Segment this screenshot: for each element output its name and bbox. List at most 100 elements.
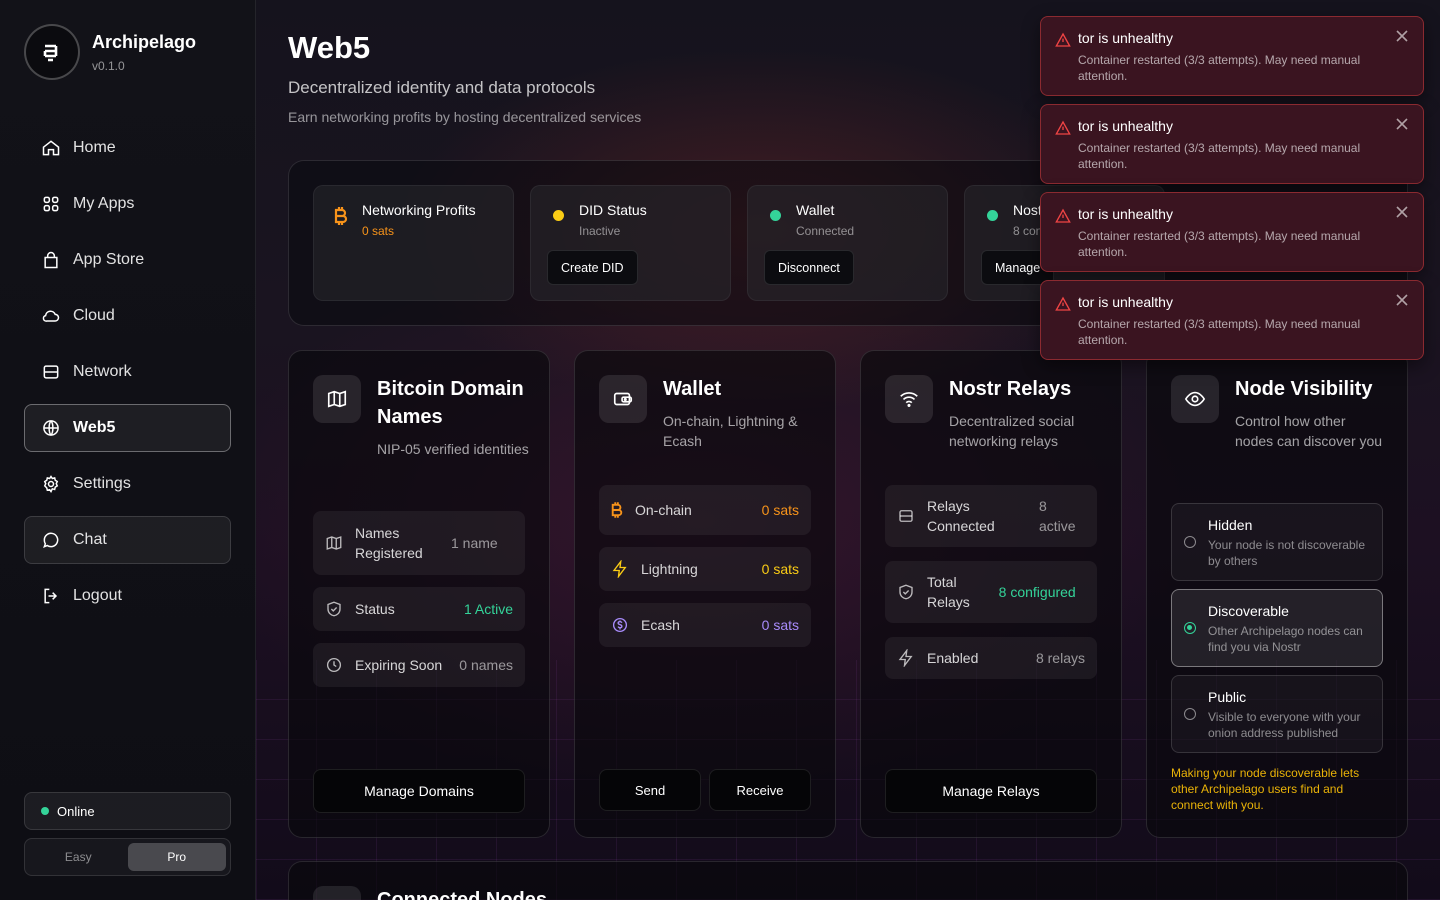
names-registered-row: Names Registered 1 name <box>313 511 525 575</box>
lightning-row: Lightning 0 sats <box>599 547 811 591</box>
stat-networking-profits: Networking Profits 0 sats <box>313 185 514 301</box>
bitcoin-icon <box>334 207 348 225</box>
option-description: Other Archipelago nodes can find you via… <box>1208 624 1363 654</box>
globe-icon <box>43 420 59 436</box>
mode-toggle: Easy Pro <box>24 838 231 876</box>
row-value: 0 sats <box>761 502 799 518</box>
nodes-icon <box>313 886 361 900</box>
manage-relays-button[interactable]: Manage Relays <box>885 769 1097 813</box>
visibility-option-public[interactable]: Public Visible to everyone with your oni… <box>1171 675 1383 753</box>
row-value: 0 sats <box>761 561 799 577</box>
toast-title: tor is unhealthy <box>1078 294 1173 310</box>
nav-item-settings[interactable]: Settings <box>24 460 231 508</box>
option-title: Public <box>1208 689 1247 705</box>
send-button[interactable]: Send <box>599 769 701 811</box>
mode-easy-button[interactable]: Easy <box>29 843 128 871</box>
close-icon[interactable] <box>1395 205 1409 219</box>
toast-notification: tor is unhealthy Container restarted (3/… <box>1040 280 1424 360</box>
row-label: On-chain <box>635 502 692 518</box>
card-title: Wallet <box>663 378 722 400</box>
card-title: Bitcoin Domain Names <box>377 378 524 428</box>
radio-hidden[interactable] <box>1184 536 1196 548</box>
nostr-relays-card: Nostr Relays Decentralized social networ… <box>860 350 1122 838</box>
onchain-row: On-chain 0 sats <box>599 485 811 535</box>
receive-button[interactable]: Receive <box>709 769 811 811</box>
row-value: 8 configured <box>998 584 1076 600</box>
disconnect-wallet-button[interactable]: Disconnect <box>764 250 854 285</box>
toast-title: tor is unhealthy <box>1078 118 1173 134</box>
home-icon <box>42 140 60 156</box>
close-icon[interactable] <box>1395 117 1409 131</box>
nav-label: My Apps <box>73 195 135 212</box>
close-icon[interactable] <box>1395 29 1409 43</box>
row-value: 0 sats <box>761 617 799 633</box>
nav-item-app-store[interactable]: App Store <box>24 236 231 284</box>
toast-message: Container restarted (3/3 attempts). May … <box>1078 317 1361 347</box>
bag-icon <box>44 251 58 269</box>
visibility-option-discoverable[interactable]: Discoverable Other Archipelago nodes can… <box>1171 589 1383 667</box>
gear-icon <box>43 475 59 493</box>
nav-label: Home <box>73 139 116 156</box>
online-status: Online <box>24 792 231 830</box>
app-name: Archipelago <box>92 31 197 52</box>
total-relays-row: Total Relays 8 configured <box>885 561 1097 623</box>
status-dot <box>41 807 49 815</box>
visibility-option-hidden[interactable]: Hidden Your node is not discoverable by … <box>1171 503 1383 581</box>
stat-title: Wallet <box>796 202 835 218</box>
server-icon <box>43 365 59 379</box>
grid-icon <box>43 196 59 212</box>
clock-icon <box>326 657 342 673</box>
shield-check-icon <box>899 584 913 600</box>
row-value: 8 active <box>1039 498 1076 534</box>
option-description: Your node is not discoverable by others <box>1208 538 1365 568</box>
stat-value: 0 sats <box>362 224 395 238</box>
status-label: Online <box>57 803 95 819</box>
nav-item-logout[interactable]: Logout <box>24 572 231 620</box>
warning-icon <box>1055 296 1071 311</box>
manage-domains-button[interactable]: Manage Domains <box>313 769 525 813</box>
main-nav: Home My Apps App Store Cloud Network Web… <box>24 124 231 628</box>
page-tagline: Earn networking profits by hosting decen… <box>288 109 642 125</box>
relays-connected-row: Relays Connected 8 active <box>885 485 1097 547</box>
ecash-row: Ecash 0 sats <box>599 603 811 647</box>
toast-message: Container restarted (3/3 attempts). May … <box>1078 141 1361 171</box>
row-label: Ecash <box>641 617 680 633</box>
shield-check-icon <box>327 601 341 617</box>
mode-pro-button[interactable]: Pro <box>127 843 226 871</box>
toast-title: tor is unhealthy <box>1078 30 1173 46</box>
nav-label: Cloud <box>73 307 115 324</box>
chat-icon <box>43 532 59 548</box>
card-description: Decentralized social networking relays <box>949 413 1075 449</box>
nav-item-my-apps[interactable]: My Apps <box>24 180 231 228</box>
nav-item-home[interactable]: Home <box>24 124 231 172</box>
row-value: 8 relays <box>1035 650 1085 666</box>
visibility-note: Making your node discoverable lets other… <box>1171 766 1360 812</box>
app-logo[interactable] <box>24 24 80 80</box>
radio-public[interactable] <box>1184 708 1196 720</box>
nav-item-cloud[interactable]: Cloud <box>24 292 231 340</box>
toast-notification: tor is unhealthy Container restarted (3/… <box>1040 16 1424 96</box>
ecash-coin-icon <box>612 617 628 633</box>
nav-item-web5[interactable]: Web5 <box>24 404 231 452</box>
page-subtitle: Decentralized identity and data protocol… <box>288 78 596 97</box>
bitcoin-icon <box>611 502 623 518</box>
option-title: Hidden <box>1208 517 1253 533</box>
row-label: Lightning <box>641 561 698 577</box>
radio-discoverable[interactable] <box>1184 622 1196 634</box>
wallet-status-dot <box>769 210 781 221</box>
card-description: Control how other nodes can discover you <box>1235 413 1383 449</box>
stat-value: Connected <box>796 224 855 238</box>
close-icon[interactable] <box>1395 293 1409 307</box>
stat-title: Networking Profits <box>362 202 476 218</box>
card-description: On-chain, Lightning & Ecash <box>663 413 798 449</box>
card-description: NIP-05 verified identities <box>377 441 529 457</box>
map-icon <box>313 375 361 423</box>
enabled-row: Enabled 8 relays <box>885 637 1097 679</box>
nav-label: Web5 <box>73 419 116 436</box>
nav-item-network[interactable]: Network <box>24 348 231 396</box>
map-icon <box>326 536 342 550</box>
wallet-card: Wallet On-chain, Lightning & Ecash On-ch… <box>574 350 836 838</box>
create-did-button[interactable]: Create DID <box>547 250 638 285</box>
nav-item-chat[interactable]: Chat <box>24 516 231 564</box>
nostr-status-dot <box>986 210 998 221</box>
